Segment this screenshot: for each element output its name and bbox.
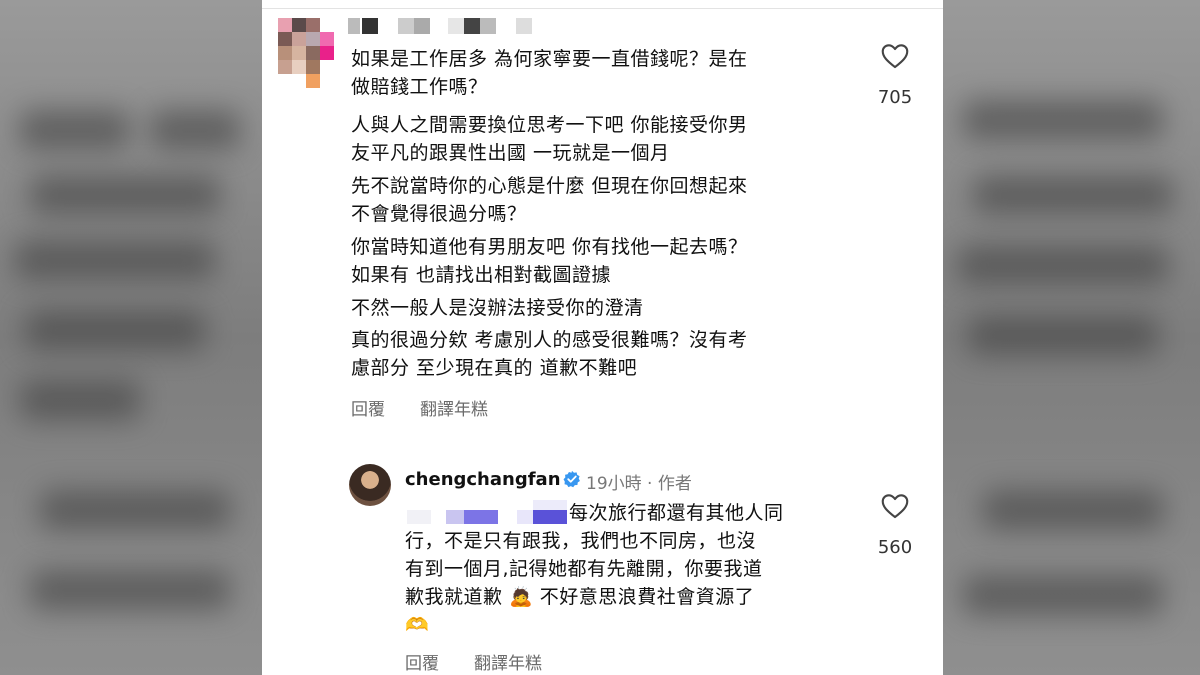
censored-avatar[interactable] [278, 18, 348, 88]
comment-text-line: 如果是工作居多 為何家寧要一直借錢呢？是在 [351, 48, 748, 70]
comment-text-line: 你當時知道他有男朋友吧 你有找他一起去嗎？ [351, 236, 748, 258]
reply-text-line: 🫶 [405, 611, 895, 639]
comment-text-line: 不會覺得很過分嗎？ [351, 203, 527, 225]
heart-icon[interactable] [881, 493, 909, 519]
username[interactable]: chengchangfan [405, 469, 561, 490]
censored-username[interactable] [348, 18, 548, 34]
reply-text-line: 有到一個月,記得她都有先離開，你要我道 [405, 558, 763, 580]
reply-text-line: 行，不是只有跟我，我們也不同房，也沒 [405, 530, 757, 552]
reply-text-segment: 不好意思浪費社會資源了 [539, 586, 755, 608]
comment-text-line: 友平凡的跟異性出國 一玩就是一個月 [351, 142, 670, 164]
like-count: 705 [877, 87, 913, 108]
comment-text-line: 真的很過分欸 考慮別人的感受很難嗎？沒有考 [351, 329, 748, 351]
heart-hands-emoji: 🫶 [405, 614, 430, 636]
comment-text-line: 做賠錢工作嗎？ [351, 76, 488, 98]
comment-text-line: 如果有 也請找出相對截圖證據 [351, 264, 612, 286]
reply-button[interactable]: 回覆 [405, 649, 439, 674]
comment-text-line: 人與人之間需要換位思考一下吧 你能接受你男 [351, 114, 748, 136]
heart-icon[interactable] [881, 43, 909, 69]
like-count: 560 [877, 537, 913, 558]
verified-badge-icon [563, 470, 580, 488]
bowing-person-emoji: 🙇 [509, 586, 534, 608]
blurred-background-right [943, 0, 1200, 675]
reply-text-line: 歉我就道歉 🙇 不好意思浪費社會資源了 [405, 583, 895, 611]
reply-button[interactable]: 回覆 [351, 395, 385, 420]
avatar[interactable] [349, 464, 391, 506]
comment-meta: 19小時 · 作者 [586, 469, 692, 494]
meta-separator: · [647, 474, 653, 494]
comment-text-line: 先不說當時你的心態是什麼 但現在你回想起來 [351, 175, 748, 197]
comment-text-line: 慮部分 至少現在真的 道歉不難吧 [351, 357, 638, 379]
translate-button[interactable]: 翻譯年糕 [420, 395, 488, 420]
translate-button[interactable]: 翻譯年糕 [474, 649, 542, 674]
timestamp: 19小時 [586, 474, 642, 494]
divider [262, 8, 943, 9]
reply-text-segment: 歉我就道歉 [405, 586, 503, 608]
blurred-background-left [0, 0, 262, 675]
comment-text-line: 不然一般人是沒辦法接受你的澄清 [351, 297, 644, 319]
author-tag: 作者 [657, 474, 692, 494]
reply-text-line: 每次旅行都還有其他人同 [569, 502, 784, 524]
